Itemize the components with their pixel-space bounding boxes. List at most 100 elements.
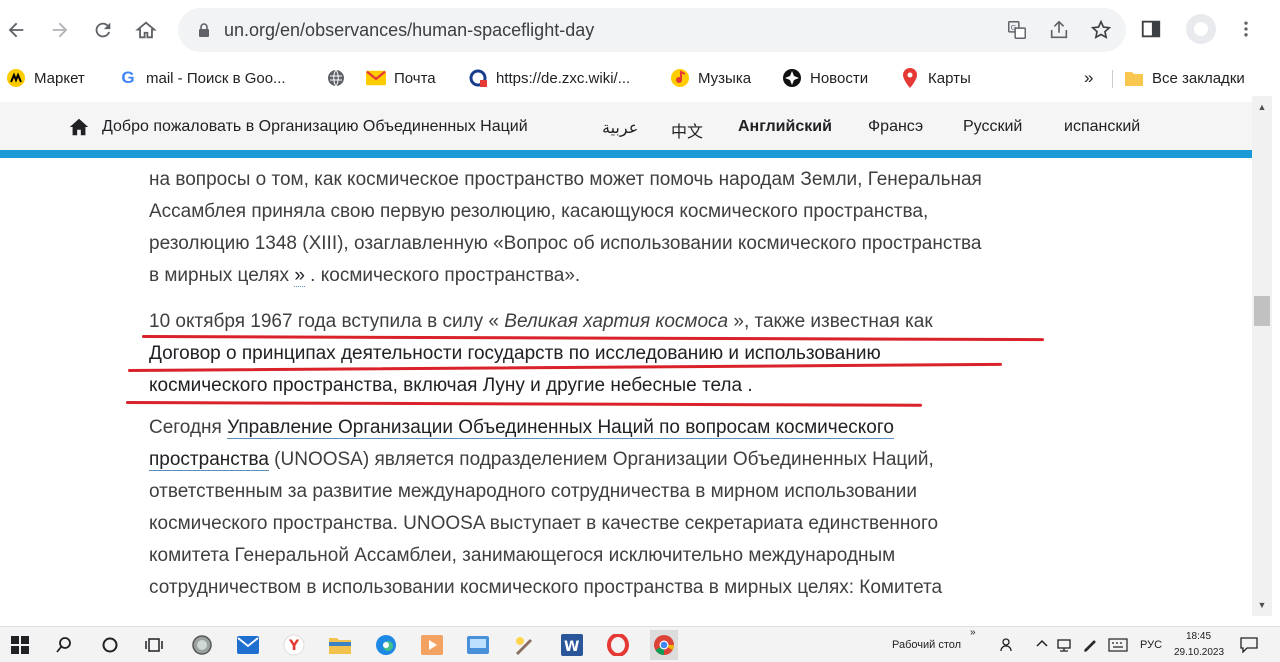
text-line: ответственным за развитие международного…	[149, 481, 917, 502]
paragraph-2: 10 октября 1967 года вступила в силу « В…	[149, 306, 933, 402]
reload-button[interactable]	[89, 16, 117, 44]
opera-icon[interactable]	[606, 633, 630, 657]
task-view-icon[interactable]	[142, 633, 166, 657]
url-text: un.org/en/observances/human-spaceflight-…	[224, 19, 595, 40]
page-scrollbar[interactable]	[1252, 96, 1272, 616]
back-button[interactable]	[2, 16, 30, 44]
remote-desktop-icon[interactable]	[466, 633, 490, 657]
more-menu-icon[interactable]	[1236, 18, 1256, 40]
text-line: резолюцию 1348 (XIII), озаглавленную «Во…	[149, 233, 982, 254]
keyboard-icon[interactable]	[1108, 638, 1128, 657]
bookmark-globe[interactable]	[326, 60, 346, 96]
yandex-market-icon	[6, 68, 26, 88]
profile-avatar[interactable]	[1186, 14, 1216, 44]
desktop-toolbar-label[interactable]: Рабочий стол	[892, 639, 961, 651]
text-line: комитета Генеральной Ассамблеи, занимающ…	[149, 545, 896, 566]
forward-arrow-icon	[52, 22, 68, 38]
globe-icon	[326, 68, 346, 88]
tray-chevron-up-icon[interactable]	[1036, 637, 1048, 655]
lang-arabic[interactable]: عربية	[602, 118, 638, 138]
all-bookmarks-folder[interactable]: Все закладки	[1124, 60, 1245, 96]
unoosa-link-cont[interactable]: пространства	[149, 449, 269, 471]
back-arrow-icon	[8, 22, 24, 38]
lang-french[interactable]: Франсэ	[868, 118, 923, 136]
lang-russian[interactable]: Русский	[963, 118, 1022, 136]
address-bar[interactable]: un.org/en/observances/human-spaceflight-…	[178, 8, 1126, 52]
bookmark-news[interactable]: Новости	[782, 60, 868, 96]
avatar-icon	[1194, 22, 1208, 36]
un-welcome-link[interactable]: Добро пожаловать в Организацию Объединен…	[102, 118, 528, 136]
text-line: 10 октября 1967 года вступила в силу « В…	[149, 311, 933, 332]
bookmark-market[interactable]: Маркет	[6, 60, 85, 96]
paint-app-icon[interactable]	[512, 633, 536, 657]
forward-button[interactable]	[46, 16, 74, 44]
text-line: космического пространства, включая Луну …	[149, 375, 753, 396]
maps-pin-icon	[900, 68, 920, 88]
svg-text:G: G	[1011, 23, 1017, 32]
lock-icon	[199, 23, 209, 37]
outer-space-treaty-link[interactable]: космического пространства, включая Луну …	[149, 375, 742, 396]
bookmarks-overflow-button[interactable]: »	[1084, 68, 1093, 88]
windows-taskbar: Y W Рабочий стол » РУС 18:45 29.10.2023	[0, 626, 1280, 662]
svg-text:Y: Y	[288, 638, 300, 654]
bookmark-music[interactable]: Музыка	[670, 60, 751, 96]
desktop-toolbar-expand[interactable]: »	[970, 627, 976, 638]
google-icon: G	[121, 68, 135, 87]
text-line: сотрудничеством в использовании космичес…	[149, 577, 943, 598]
scroll-down-arrow-icon[interactable]: ▼	[1252, 596, 1272, 614]
share-icon[interactable]	[1048, 19, 1070, 41]
text-line: на вопросы о том, как космическое простр…	[149, 169, 982, 190]
browser-toolbar: un.org/en/observances/human-spaceflight-…	[0, 0, 1280, 60]
app-icon-circle[interactable]	[190, 633, 214, 657]
lang-chinese[interactable]: 中文	[671, 118, 703, 142]
article-content: на вопросы о том, как космическое простр…	[0, 158, 1252, 614]
home-button[interactable]	[132, 16, 160, 44]
word-icon[interactable]: W	[560, 633, 584, 657]
home-icon	[135, 21, 157, 39]
un-home-icon[interactable]	[68, 116, 90, 143]
chrome-icon[interactable]	[650, 630, 678, 660]
bookmark-zxc-wiki[interactable]: https://de.zxc.wiki/...	[468, 60, 630, 96]
input-language[interactable]: РУС	[1140, 639, 1162, 651]
edge-icon[interactable]	[374, 633, 398, 657]
file-explorer-icon[interactable]	[328, 633, 352, 657]
zxc-wiki-icon	[468, 68, 488, 88]
un-site-header: Добро пожаловать в Организацию Объединен…	[0, 102, 1252, 154]
music-icon	[670, 68, 690, 88]
scrollbar-thumb[interactable]	[1254, 296, 1270, 326]
clock-date[interactable]: 29.10.2023	[1174, 647, 1224, 658]
bookmark-pochta[interactable]: Почта	[366, 60, 436, 96]
yandex-browser-icon[interactable]: Y	[282, 633, 306, 657]
text-line: космического пространства. UNOOSA выступ…	[149, 513, 939, 534]
people-icon[interactable]	[1000, 637, 1016, 658]
mail-app-icon[interactable]	[236, 633, 260, 657]
translate-icon[interactable]: G	[1006, 19, 1028, 41]
lang-english[interactable]: Английский	[738, 118, 832, 136]
notifications-icon[interactable]	[1240, 637, 1258, 658]
scroll-up-arrow-icon[interactable]: ▲	[1252, 98, 1272, 116]
bookmarks-bar: Маркет G mail - Поиск в Goo... Почта htt…	[0, 60, 1280, 96]
clock-time[interactable]: 18:45	[1186, 631, 1211, 642]
text-line: Ассамблея приняла свою первую резолюцию,…	[149, 201, 929, 222]
bookmark-star-icon[interactable]	[1090, 19, 1112, 41]
side-panel-icon[interactable]	[1140, 18, 1162, 40]
footnote-link[interactable]: »	[294, 265, 305, 287]
unoosa-link[interactable]: Управление Организации Объединенных Наци…	[227, 417, 894, 439]
network-icon[interactable]	[1056, 637, 1072, 658]
cortana-icon[interactable]	[98, 633, 122, 657]
media-app-icon[interactable]	[420, 633, 444, 657]
windows-start-icon[interactable]	[8, 633, 32, 657]
pen-icon[interactable]	[1082, 637, 1098, 658]
mail-icon	[366, 68, 386, 88]
svg-text:W: W	[564, 639, 579, 655]
browser-window: un.org/en/observances/human-spaceflight-…	[0, 0, 1280, 662]
bookmarks-divider	[1112, 70, 1113, 88]
text-line: Сегодня Управление Организации Объединен…	[149, 417, 894, 439]
reload-icon	[95, 22, 111, 38]
bookmark-maps[interactable]: Карты	[900, 60, 971, 96]
search-icon[interactable]	[52, 633, 76, 657]
bookmark-google-mail-search[interactable]: G mail - Поиск в Goo...	[118, 60, 285, 96]
text-line: в мирных целях » . космического простран…	[149, 265, 581, 287]
header-accent-bar	[0, 150, 1252, 158]
lang-spanish[interactable]: испанский	[1064, 118, 1140, 136]
